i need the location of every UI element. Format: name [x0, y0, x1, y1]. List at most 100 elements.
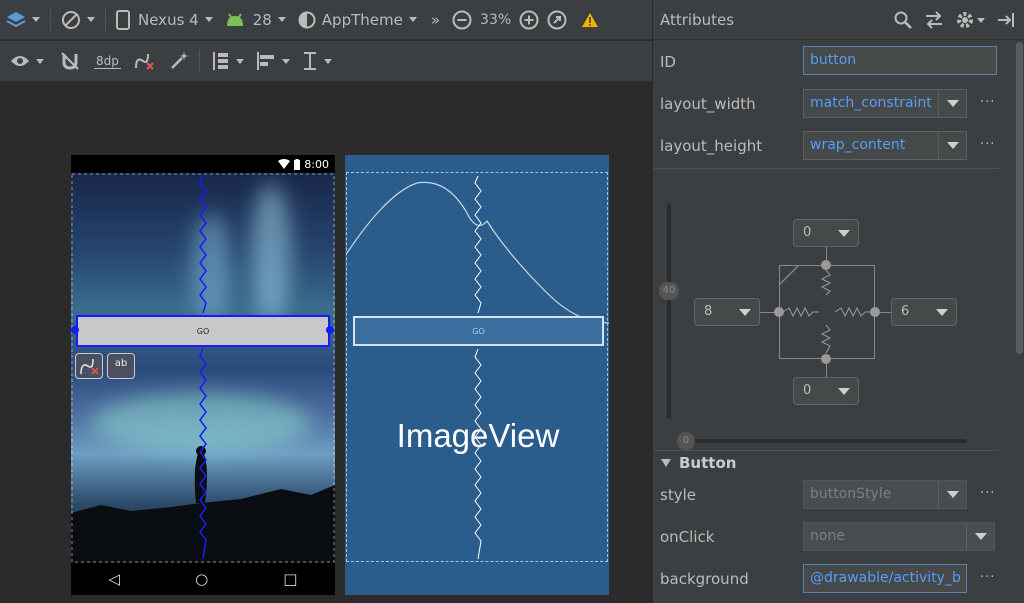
gear-icon: [957, 12, 973, 28]
align-left-icon: [256, 52, 274, 70]
android-icon: [226, 12, 243, 26]
attributes-panel: Attributes ID button layout_width match_…: [652, 0, 1024, 603]
chevron-down-icon: [938, 132, 966, 159]
right-margin-select[interactable]: 6: [891, 298, 957, 326]
swap-view-icon[interactable]: [924, 11, 944, 29]
zoom-in-button[interactable]: [515, 0, 543, 39]
layout-height-more-button[interactable]: ···: [980, 137, 995, 152]
clear-constraints-mini-button[interactable]: [75, 353, 103, 379]
warning-icon: [582, 12, 599, 27]
background-more-button[interactable]: ···: [980, 570, 995, 585]
clear-constraints-icon: [134, 53, 154, 70]
id-field[interactable]: button: [803, 46, 997, 75]
zoom-out-button[interactable]: [448, 0, 476, 39]
recents-icon: □: [283, 570, 298, 588]
magnet-off-icon: [61, 52, 79, 70]
chevron-down-icon: [277, 17, 286, 22]
style-more-button[interactable]: ···: [980, 486, 995, 501]
separator: [50, 8, 51, 31]
chevron-down-icon: [830, 378, 858, 404]
layout-width-value: match_constraint: [810, 95, 932, 111]
more-actions-button[interactable]: »: [423, 0, 448, 39]
default-margin-button[interactable]: 8dp: [90, 41, 125, 81]
layout-width-label: layout_width: [660, 95, 756, 113]
design-surface-button[interactable]: [0, 0, 46, 39]
vertical-bias-slider[interactable]: [667, 203, 671, 419]
baseline-button[interactable]: ab: [107, 353, 135, 379]
chevron-down-icon: [408, 17, 417, 22]
chevron-down-icon: [323, 58, 332, 64]
chevron-down-icon: [977, 17, 985, 23]
baseline-icon: ab: [114, 358, 128, 369]
scrollbar-thumb[interactable]: [1016, 42, 1023, 354]
right-margin-value: 6: [901, 304, 910, 319]
top-margin-select[interactable]: 0: [793, 219, 859, 247]
blueprint-imageview[interactable]: GO ImageView: [346, 172, 609, 562]
vertical-bias-knob[interactable]: 40: [659, 282, 679, 300]
warnings-button[interactable]: [571, 0, 609, 39]
bottom-margin-select[interactable]: 0: [793, 377, 859, 405]
constraint-handle-left[interactable]: [71, 326, 79, 334]
id-row: ID button: [653, 42, 1015, 82]
layout-height-label: layout_height: [660, 137, 763, 155]
constraint-handle-right[interactable]: [326, 326, 334, 334]
orientation-button[interactable]: [55, 0, 101, 39]
style-select[interactable]: buttonStyle: [803, 480, 967, 509]
zoom-level: 33%: [480, 11, 512, 28]
view-options-button[interactable]: [0, 41, 50, 81]
button-section-header[interactable]: Button: [661, 454, 736, 472]
bottom-anchor[interactable]: [821, 354, 831, 364]
top-margin-value: 0: [803, 225, 812, 240]
top-anchor[interactable]: [821, 260, 831, 270]
scrollbar[interactable]: [1014, 40, 1024, 603]
guidelines-button[interactable]: [296, 41, 338, 81]
layers-icon: [6, 11, 26, 27]
selected-button[interactable]: GO: [76, 315, 330, 347]
pack-icon: [212, 52, 228, 70]
background-field[interactable]: @drawable/activity_b: [803, 564, 967, 593]
style-label: style: [660, 486, 696, 504]
eye-icon: [11, 56, 29, 66]
api-level-selector[interactable]: 28: [219, 0, 292, 39]
chevron-down-icon: [235, 58, 244, 64]
background-row: background @drawable/activity_b ···: [653, 559, 1015, 599]
design-preview[interactable]: 8:00 GO ab ◁ ○ □: [71, 155, 335, 595]
divider: [653, 450, 999, 451]
design-area: Nexus 4 28 AppTheme » 33% 8dp 8:00 GO ab…: [0, 0, 652, 603]
separator: [198, 50, 200, 72]
clear-constraints-button[interactable]: [125, 41, 163, 81]
chevron-down-icon: [938, 481, 966, 508]
infer-constraints-button[interactable]: [163, 41, 195, 81]
chevron-down-icon: [731, 299, 759, 325]
horizontal-bias-knob[interactable]: 0: [677, 432, 695, 450]
bottom-margin-value: 0: [803, 383, 812, 398]
device-selector[interactable]: Nexus 4: [110, 0, 219, 39]
blueprint-button[interactable]: GO: [353, 316, 604, 346]
battery-icon: [294, 158, 301, 170]
hide-panel-icon[interactable]: [997, 12, 1015, 28]
theme-name: AppTheme: [321, 10, 403, 29]
left-margin-select[interactable]: 8: [694, 298, 760, 326]
layout-width-more-button[interactable]: ···: [980, 95, 995, 110]
layout-height-select[interactable]: wrap_content: [803, 131, 967, 160]
horizontal-bias-slider[interactable]: [687, 439, 967, 443]
blueprint-view[interactable]: GO ImageView: [345, 155, 609, 595]
theme-selector[interactable]: AppTheme: [292, 0, 423, 39]
pack-button[interactable]: [204, 41, 250, 81]
right-anchor[interactable]: [870, 307, 880, 317]
layout-width-select[interactable]: match_constraint: [803, 89, 967, 118]
aurora-image[interactable]: GO ab: [71, 173, 335, 563]
layout-width-row: layout_width match_constraint ···: [653, 84, 1015, 124]
rotate-icon: [62, 10, 80, 29]
spring-lines: [782, 269, 871, 354]
autoconnect-button[interactable]: [50, 41, 90, 81]
left-anchor[interactable]: [774, 307, 784, 317]
search-icon[interactable]: [894, 11, 912, 29]
background-label: background: [660, 570, 749, 588]
align-button[interactable]: [250, 41, 296, 81]
settings-menu[interactable]: [956, 11, 985, 29]
onclick-select[interactable]: none: [803, 522, 995, 551]
chevron-down-icon: [830, 220, 858, 246]
zoom-to-fit-button[interactable]: [543, 0, 571, 39]
zoom-out-icon: [452, 10, 472, 29]
